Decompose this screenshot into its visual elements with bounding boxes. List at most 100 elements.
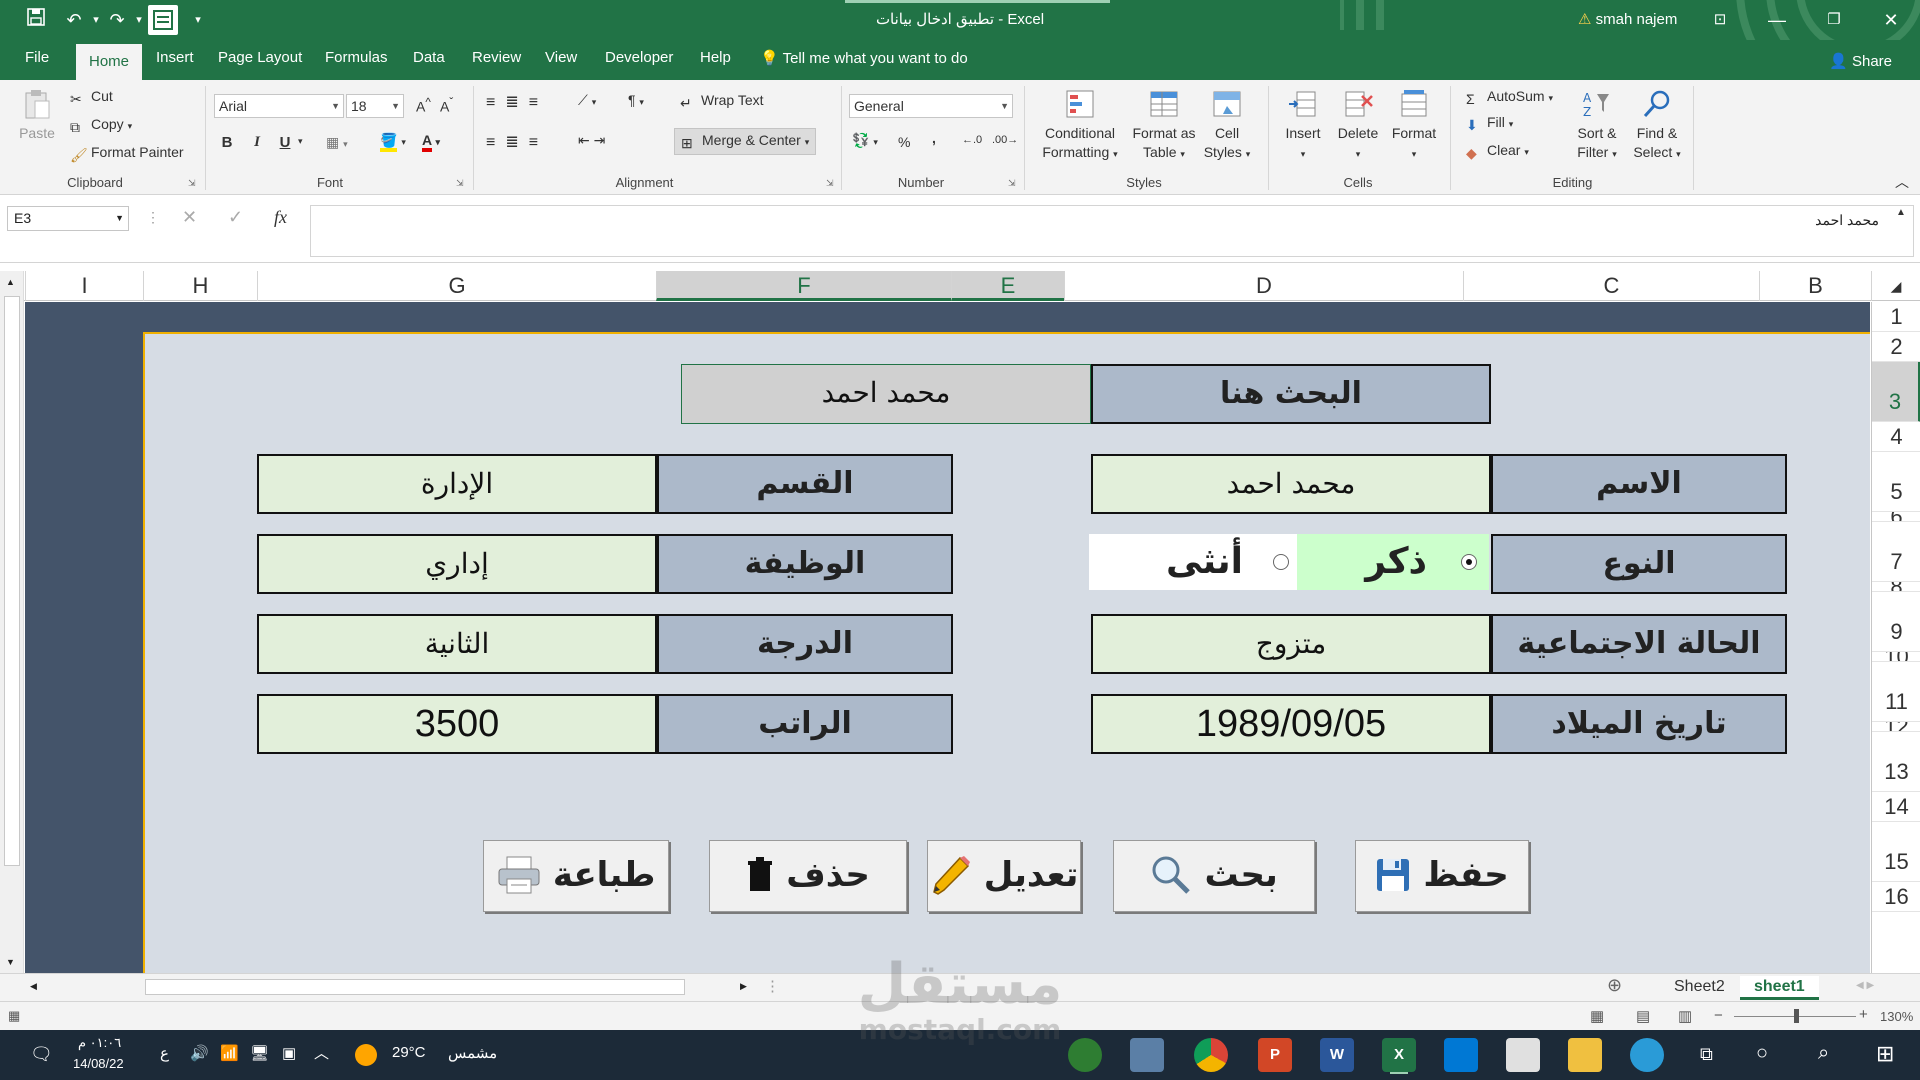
- sheet-tab-sheet2[interactable]: Sheet2: [1660, 976, 1739, 1000]
- row-header[interactable]: 5: [1872, 452, 1920, 512]
- comma-style-button[interactable]: ,: [932, 130, 936, 146]
- start-icon[interactable]: ⊞: [1876, 1041, 1894, 1067]
- splitter-icon[interactable]: ⋮: [765, 977, 780, 995]
- search-input[interactable]: محمد احمد: [681, 364, 1091, 424]
- delete-cells-button[interactable]: Delete ▾: [1332, 88, 1384, 164]
- tab-developer[interactable]: Developer: [605, 49, 673, 66]
- insert-function-button[interactable]: fx: [274, 207, 287, 228]
- clock-date[interactable]: 14/08/22: [73, 1056, 124, 1071]
- file-explorer-icon[interactable]: [1568, 1038, 1602, 1072]
- close-icon[interactable]: ✕: [1868, 6, 1914, 34]
- row-header[interactable]: 2: [1872, 332, 1920, 362]
- powerpoint-icon[interactable]: P: [1258, 1038, 1292, 1072]
- font-launcher-icon[interactable]: ⇲: [456, 178, 464, 189]
- select-all-corner[interactable]: ◢: [1871, 271, 1920, 301]
- name-box[interactable]: E3 ▼: [7, 206, 129, 231]
- male-radio[interactable]: ذكر: [1297, 534, 1489, 590]
- page-break-view-icon[interactable]: ▥: [1678, 1007, 1692, 1025]
- copy-button[interactable]: ⧉ Copy ▾: [70, 116, 132, 135]
- conditional-formatting-button[interactable]: Conditional Formatting ▾: [1034, 88, 1126, 164]
- wrap-text-button[interactable]: ↵ Wrap Text: [680, 92, 764, 111]
- task-view-icon[interactable]: ⧉: [1700, 1044, 1713, 1065]
- zoom-slider-thumb[interactable]: [1794, 1009, 1799, 1023]
- text-direction-icon[interactable]: ¶ ▾: [628, 92, 644, 108]
- row-header[interactable]: 14: [1872, 792, 1920, 822]
- chrome-icon[interactable]: [1194, 1038, 1228, 1072]
- male-radio-dot[interactable]: [1461, 554, 1477, 570]
- underline-button[interactable]: U: [274, 134, 296, 151]
- indent-icons[interactable]: ⇤ ⇥: [578, 132, 605, 149]
- tab-view[interactable]: View: [545, 49, 577, 66]
- underline-dropdown-icon[interactable]: ▾: [298, 136, 303, 147]
- format-cells-button[interactable]: Format ▾: [1388, 88, 1440, 164]
- decrease-font-icon[interactable]: Aˇ: [440, 96, 453, 115]
- increase-font-icon[interactable]: A^: [416, 96, 431, 115]
- tab-review[interactable]: Review: [472, 49, 521, 66]
- clear-button[interactable]: ◆ Clear ▾: [1466, 142, 1529, 161]
- row-header[interactable]: 6: [1872, 512, 1920, 522]
- tab-insert[interactable]: Insert: [156, 49, 194, 66]
- number-format-dropdown[interactable]: General ▼: [849, 94, 1013, 118]
- cancel-entry-icon[interactable]: ✕: [182, 207, 197, 228]
- pc-app-icon[interactable]: [1130, 1038, 1164, 1072]
- collapse-ribbon-icon[interactable]: ︿: [1895, 172, 1909, 192]
- row-header[interactable]: 13: [1872, 732, 1920, 792]
- female-radio-dot[interactable]: [1273, 554, 1289, 570]
- tray-app-icon[interactable]: ▣: [282, 1044, 296, 1062]
- tab-formulas[interactable]: Formulas: [325, 49, 388, 66]
- column-header-c[interactable]: C: [1463, 271, 1759, 301]
- female-radio[interactable]: أنثى: [1089, 534, 1297, 590]
- department-field[interactable]: الإدارة: [257, 454, 657, 514]
- edge-icon[interactable]: [1630, 1038, 1664, 1072]
- excel-icon[interactable]: X: [1382, 1038, 1416, 1072]
- vertical-scroll-thumb[interactable]: [4, 296, 20, 866]
- scroll-left-icon[interactable]: ◀: [30, 981, 37, 992]
- column-header-b[interactable]: B: [1759, 271, 1871, 301]
- show-hidden-icons-icon[interactable]: ︿: [314, 1042, 329, 1063]
- insert-cells-button[interactable]: Insert ▾: [1278, 88, 1328, 164]
- font-color-icon[interactable]: A ▾: [422, 132, 440, 152]
- increase-decimal-icon[interactable]: ←.0: [962, 134, 982, 146]
- edit-button[interactable]: تعديل: [927, 840, 1081, 912]
- zoom-out-icon[interactable]: −: [1714, 1007, 1723, 1024]
- clipboard-launcher-icon[interactable]: ⇲: [188, 178, 196, 189]
- font-size-dropdown[interactable]: 18 ▼: [346, 94, 404, 118]
- marital-status-field[interactable]: متزوج: [1091, 614, 1491, 674]
- scroll-right-icon[interactable]: ▶: [740, 981, 747, 992]
- decrease-decimal-icon[interactable]: .00→: [992, 134, 1018, 146]
- tab-nav-icons[interactable]: ◀ ▶: [1856, 980, 1874, 991]
- normal-view-icon[interactable]: ▦: [1590, 1007, 1604, 1025]
- column-header-e[interactable]: E: [951, 271, 1064, 301]
- column-header-i[interactable]: I: [25, 271, 143, 301]
- confirm-entry-icon[interactable]: ✓: [228, 207, 243, 228]
- autosum-button[interactable]: Σ AutoSum ▾: [1466, 88, 1553, 107]
- find-select-button[interactable]: Find & Select ▾: [1628, 88, 1686, 164]
- merge-center-button[interactable]: ⊞ Merge & Center ▾: [674, 128, 817, 155]
- row-header[interactable]: 11: [1872, 662, 1920, 722]
- cut-button[interactable]: ✂ Cut: [70, 88, 113, 107]
- notifications-icon[interactable]: 🗨: [30, 1044, 53, 1065]
- share-button[interactable]: 👤 Share: [1829, 52, 1892, 70]
- paste-button[interactable]: Paste: [14, 88, 60, 143]
- column-header-h[interactable]: H: [143, 271, 257, 301]
- tell-me-box[interactable]: 💡 Tell me what you want to do: [760, 49, 968, 67]
- column-header-d[interactable]: D: [1064, 271, 1463, 301]
- row-header[interactable]: 7: [1872, 522, 1920, 582]
- tab-file[interactable]: File: [25, 49, 49, 66]
- row-header[interactable]: 4: [1872, 422, 1920, 452]
- macro-recording-icon[interactable]: ▦: [8, 1008, 20, 1024]
- minimize-icon[interactable]: —: [1754, 6, 1800, 34]
- search-button[interactable]: بحث: [1113, 840, 1315, 912]
- fill-color-icon[interactable]: 🪣 ▾: [380, 132, 406, 152]
- row-header[interactable]: 15: [1872, 822, 1920, 882]
- word-icon[interactable]: W: [1320, 1038, 1354, 1072]
- ribbon-display-options-icon[interactable]: ⊡: [1697, 6, 1743, 34]
- display-icon[interactable]: 🖥: [250, 1044, 269, 1062]
- accounting-format-icon[interactable]: 💱 ▾: [852, 132, 878, 149]
- column-header-g[interactable]: G: [257, 271, 656, 301]
- birthdate-field[interactable]: 1989/09/05: [1091, 694, 1491, 754]
- vertical-scrollbar[interactable]: ▲ ▼: [0, 271, 24, 973]
- format-as-table-button[interactable]: Format as Table ▾: [1128, 88, 1200, 164]
- print-button[interactable]: طباعة: [483, 840, 669, 912]
- grade-field[interactable]: الثانية: [257, 614, 657, 674]
